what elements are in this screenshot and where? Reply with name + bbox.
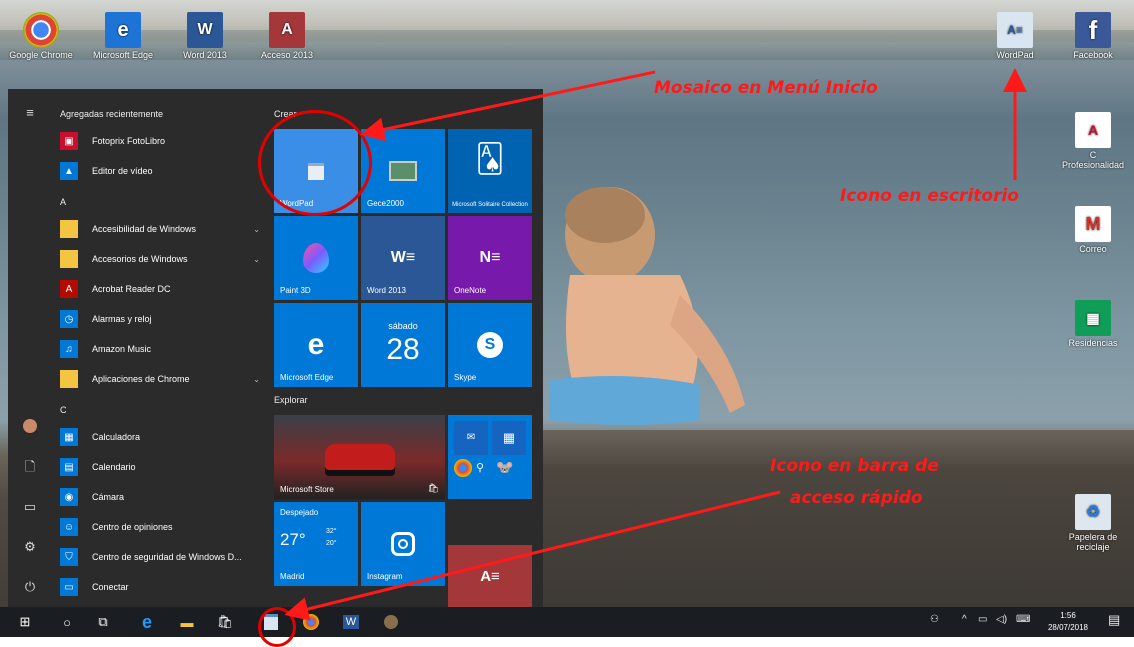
arrow-to-tile xyxy=(360,70,656,142)
arrow-to-taskbar-icon xyxy=(284,490,781,621)
annotation-arrows xyxy=(284,68,1027,621)
